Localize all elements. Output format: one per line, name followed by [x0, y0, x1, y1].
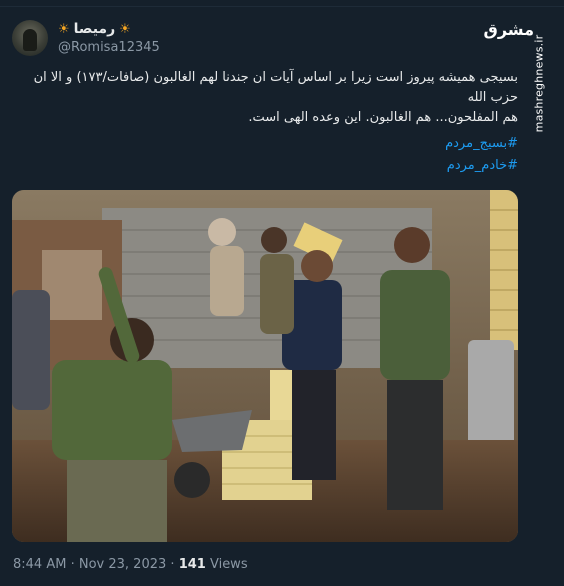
tweet-text-line: هم المفلحون... هم الغالبون. این وعده اله… — [248, 110, 518, 125]
tweet-time[interactable]: 8:44 AM — [13, 557, 66, 572]
tweet-meta: 8:44 AM · Nov 23, 2023 · 141 Views — [13, 557, 248, 572]
construction-scene-image — [12, 190, 518, 542]
tweet-text: بسیجی همیشه پیروز است زیرا بر اساس آیات … — [18, 68, 518, 128]
avatar-figure — [23, 29, 37, 51]
views-label: Views — [209, 557, 248, 572]
display-name[interactable]: ☀ رمیصا ☀ — [58, 20, 131, 38]
display-name-text: رمیصا — [73, 21, 116, 37]
meta-separator: · — [70, 557, 75, 572]
hashtag-link[interactable]: #بسیج_مردم — [445, 136, 518, 151]
tweet-text-line: بسیجی همیشه پیروز است زیرا بر اساس آیات … — [33, 70, 518, 105]
user-handle[interactable]: @Romisa12345 — [58, 40, 160, 55]
avatar[interactable] — [12, 20, 48, 56]
sun-emoji-icon: ☀ — [58, 21, 70, 37]
top-divider — [0, 0, 564, 7]
hashtag-link[interactable]: #خادم_مردم — [447, 158, 518, 173]
sun-emoji-icon: ☀ — [119, 21, 131, 37]
site-watermark-text: mashreghnews.ir — [532, 34, 546, 132]
site-logo: مشرق — [483, 20, 534, 39]
views-count: 141 — [178, 557, 206, 572]
site-watermark: mashreghnews.ir — [526, 34, 552, 132]
meta-separator: · — [170, 557, 175, 572]
tweet-date[interactable]: Nov 23, 2023 — [79, 557, 166, 572]
tweet-photo[interactable] — [12, 190, 518, 542]
